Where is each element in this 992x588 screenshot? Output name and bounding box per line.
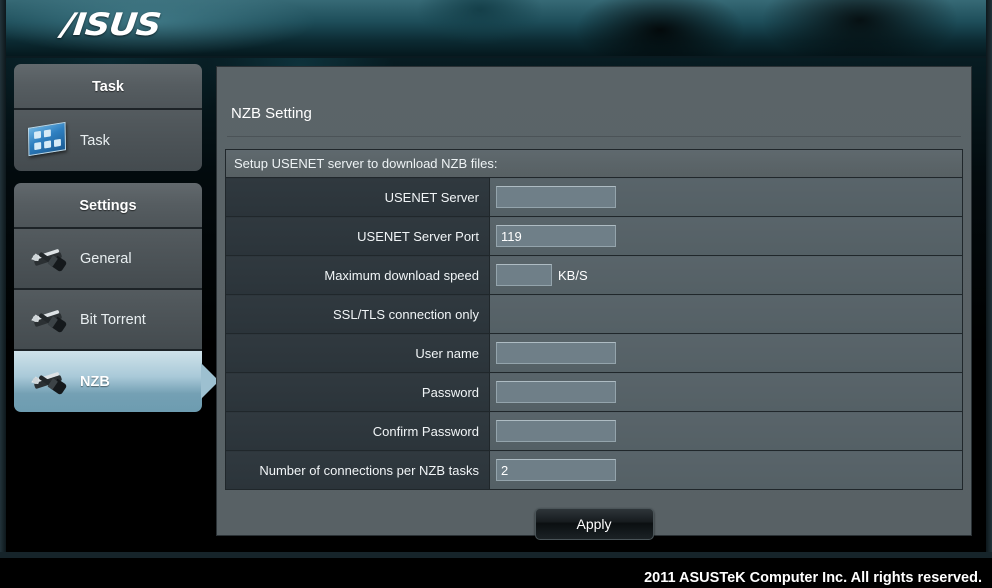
asus-download-master-window: /ISUS Task Task Settings General Bit Tor… xyxy=(0,0,992,588)
sidebar-item-nzb[interactable]: NZB xyxy=(14,351,219,412)
page-title: NZB Setting xyxy=(231,105,312,122)
footer-copyright: 2011 ASUSTeK Computer Inc. All rights re… xyxy=(644,570,982,586)
row-value-maximum-download-speed: KB/S xyxy=(489,255,963,295)
title-divider xyxy=(227,136,961,137)
user-name-input[interactable] xyxy=(496,342,616,364)
sidebar-item-task[interactable]: Task xyxy=(14,110,202,171)
sidebar-item-label-general: General xyxy=(80,250,132,267)
tools-icon xyxy=(26,362,70,402)
sidebar-panel-title-settings: Settings xyxy=(14,183,202,229)
table-row: Maximum download speed KB/S xyxy=(225,255,963,295)
row-value-number-of-connections: 2 xyxy=(489,450,963,490)
table-row: Number of connections per NZB tasks 2 xyxy=(225,450,963,490)
maximum-download-speed-input[interactable] xyxy=(496,264,552,286)
table-row: User name xyxy=(225,333,963,373)
nzb-settings-table: Setup USENET server to download NZB file… xyxy=(225,149,963,490)
apply-button-container: Apply xyxy=(217,508,971,540)
row-value-usenet-server xyxy=(489,177,963,217)
row-label-password: Password xyxy=(225,372,490,412)
row-value-usenet-server-port: 119 xyxy=(489,216,963,256)
sidebar-item-label-nzb: NZB xyxy=(80,373,110,390)
row-value-ssl-tls-connection-only[interactable] xyxy=(489,294,963,334)
tools-icon xyxy=(26,239,70,279)
row-label-user-name: User name xyxy=(225,333,490,373)
apply-button[interactable]: Apply xyxy=(534,508,654,540)
row-value-confirm-password xyxy=(489,411,963,451)
usenet-server-port-input[interactable]: 119 xyxy=(496,225,616,247)
tools-icon xyxy=(26,300,70,340)
sidebar-item-label-bit-torrent: Bit Torrent xyxy=(80,311,146,328)
table-header-row: Setup USENET server to download NZB file… xyxy=(225,149,963,178)
tools-icon-svg xyxy=(31,371,67,394)
task-grid-icon xyxy=(26,121,70,161)
table-row: Password xyxy=(225,372,963,412)
row-label-maximum-download-speed: Maximum download speed xyxy=(225,255,490,295)
usenet-server-input[interactable] xyxy=(496,186,616,208)
row-label-ssl-tls-connection-only: SSL/TLS connection only xyxy=(225,294,490,334)
table-row: SSL/TLS connection only xyxy=(225,294,963,334)
tools-icon-svg xyxy=(31,309,67,332)
table-row: USENET Server Port 119 xyxy=(225,216,963,256)
row-label-usenet-server: USENET Server xyxy=(225,177,490,217)
sidebar-item-label-task: Task xyxy=(80,132,110,149)
row-label-usenet-server-port: USENET Server Port xyxy=(225,216,490,256)
password-input[interactable] xyxy=(496,381,616,403)
sidebar-item-bit-torrent[interactable]: Bit Torrent xyxy=(14,290,202,351)
sidebar: Task Task Settings General Bit Torrent N… xyxy=(14,64,219,424)
row-label-confirm-password: Confirm Password xyxy=(225,411,490,451)
row-value-password xyxy=(489,372,963,412)
row-value-user-name xyxy=(489,333,963,373)
tools-icon-svg xyxy=(31,248,67,271)
sidebar-panel-task: Task Task xyxy=(14,64,202,171)
table-header-label: Setup USENET server to download NZB file… xyxy=(225,149,963,178)
sidebar-panel-title-task: Task xyxy=(14,64,202,110)
number-of-connections-input[interactable]: 2 xyxy=(496,459,616,481)
confirm-password-input[interactable] xyxy=(496,420,616,442)
window-border-bottom xyxy=(0,552,992,558)
window-border-right xyxy=(986,0,992,558)
table-row: USENET Server xyxy=(225,177,963,217)
table-row: Confirm Password xyxy=(225,411,963,451)
window-border-left xyxy=(0,0,6,558)
row-label-number-of-connections: Number of connections per NZB tasks xyxy=(225,450,490,490)
content-panel: NZB Setting Setup USENET server to downl… xyxy=(216,66,972,540)
app-header: /ISUS xyxy=(0,0,992,58)
speed-unit-label: KB/S xyxy=(558,267,588,283)
asus-logo: /ISUS xyxy=(59,7,163,43)
sidebar-panel-settings: Settings General Bit Torrent NZB xyxy=(14,183,219,412)
sidebar-item-general[interactable]: General xyxy=(14,229,202,290)
